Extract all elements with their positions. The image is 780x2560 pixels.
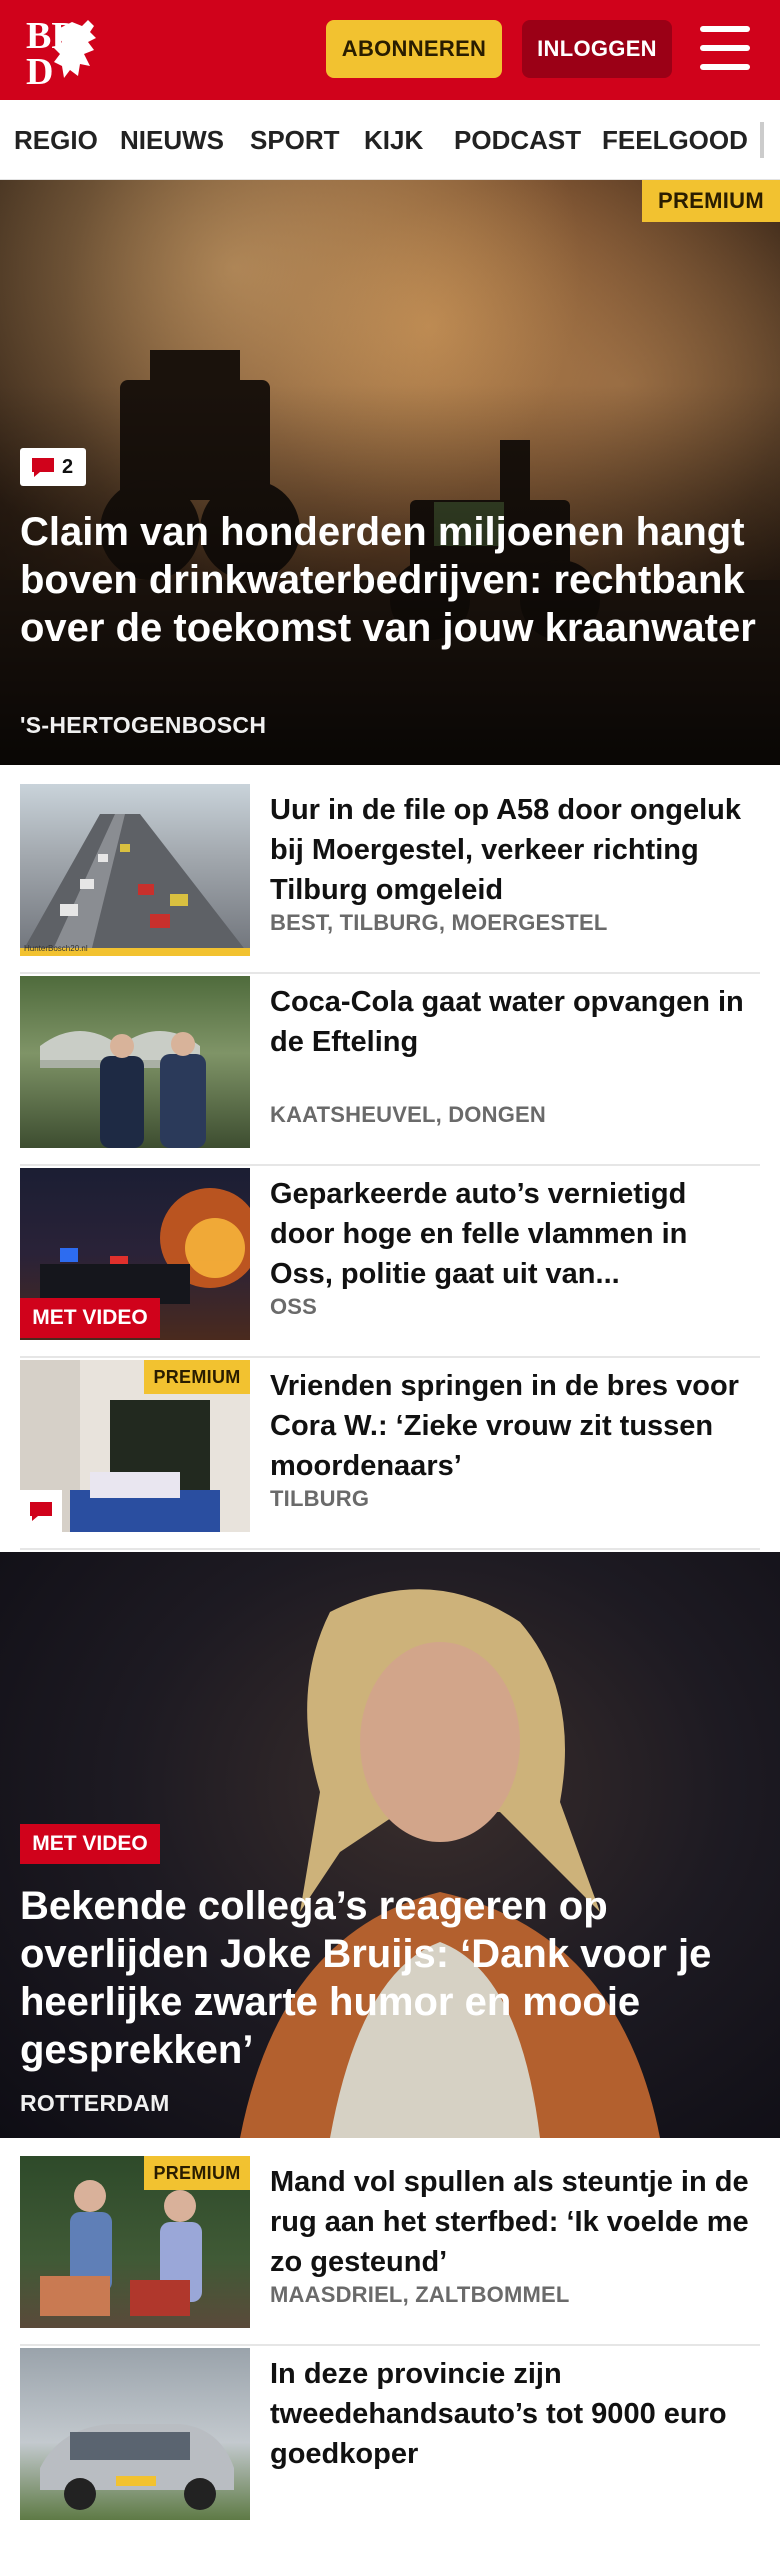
premium-badge: PREMIUM <box>642 180 780 222</box>
article-title[interactable]: Coca-Cola gaat water opvangen in de Efte… <box>270 982 750 1062</box>
premium-badge: PREMIUM <box>144 2156 250 2190</box>
list-item[interactable]: Coca-Cola gaat water opvangen in de Efte… <box>20 976 760 1166</box>
video-badge: MET VIDEO <box>20 1298 160 1338</box>
nav-item-regio[interactable]: REGIO <box>14 100 98 179</box>
article-location: MAASDRIEL, ZALTBOMMEL <box>270 2282 570 2307</box>
article-title[interactable]: Vrienden springen in de bres voor Cora W… <box>270 1366 750 1486</box>
comment-count: 2 <box>62 455 74 478</box>
list-item[interactable]: PREMIUM Mand vol spullen als steuntje in… <box>20 2156 760 2346</box>
thumbnail <box>20 976 250 1148</box>
bd-logo[interactable]: BD D <box>24 14 114 93</box>
brand-letter-d: D <box>26 51 53 86</box>
top-bar: BD D ABONNEREN INLOGGEN <box>0 0 780 100</box>
subscribe-button[interactable]: ABONNEREN <box>326 20 502 78</box>
thumbnail: HunterBosch20.nl <box>20 784 250 956</box>
nav-overflow-indicator <box>760 122 764 158</box>
lion-icon <box>54 20 96 78</box>
menu-icon[interactable] <box>700 26 750 70</box>
nav-item-kijk[interactable]: KIJK <box>364 100 423 179</box>
nav-item-podcast[interactable]: PODCAST <box>454 100 581 179</box>
article-title[interactable]: Geparkeerde auto’s vernietigd door hoge … <box>270 1174 750 1294</box>
comment-chip[interactable] <box>20 1490 62 1532</box>
article-title[interactable]: Mand vol spullen als steuntje in de rug … <box>270 2162 750 2282</box>
comment-icon <box>32 458 54 477</box>
hero-article[interactable]: PREMIUM 2 Claim van honderden miljoenen … <box>0 180 780 765</box>
login-button[interactable]: INLOGGEN <box>522 20 672 78</box>
video-badge: MET VIDEO <box>20 1824 160 1864</box>
premium-badge: PREMIUM <box>144 1360 250 1394</box>
article-location: OSS <box>270 1294 318 1319</box>
thumbnail: PREMIUM <box>20 1360 250 1532</box>
section-nav: REGIO NIEUWS SPORT KIJK PODCAST FEELGOOD <box>0 100 780 180</box>
nav-item-nieuws[interactable]: NIEUWS <box>120 100 224 179</box>
list-item[interactable]: HunterBosch20.nl Uur in de file op A58 d… <box>20 784 760 974</box>
thumbnail: PREMIUM <box>20 2156 250 2328</box>
article-title[interactable]: Uur in de file op A58 door ongeluk bij M… <box>270 790 750 910</box>
hero-title[interactable]: Claim van honderden miljoenen hangt bove… <box>20 508 760 652</box>
list-item[interactable]: MET VIDEO Geparkeerde auto’s vernietigd … <box>20 1168 760 1358</box>
comment-count-chip[interactable]: 2 <box>20 448 86 486</box>
nav-item-feelgood[interactable]: FEELGOOD <box>602 100 748 179</box>
thumbnail: MET VIDEO <box>20 1168 250 1340</box>
list-item[interactable]: In deze provincie zijn tweedehandsauto’s… <box>20 2348 760 2538</box>
feature-article[interactable]: MET VIDEO Bekende collega’s reageren op … <box>0 1552 780 2138</box>
article-location: KAATSHEUVEL, DONGEN <box>270 1102 546 1127</box>
photo-credit: HunterBosch20.nl <box>24 944 88 953</box>
article-location: TILBURG <box>270 1486 370 1511</box>
nav-item-sport[interactable]: SPORT <box>250 100 340 179</box>
feature-title[interactable]: Bekende collega’s reageren op overlijden… <box>20 1882 760 2074</box>
feature-location: ROTTERDAM <box>20 2090 170 2116</box>
thumbnail <box>20 2348 250 2520</box>
article-location: BEST, TILBURG, MOERGESTEL <box>270 910 608 935</box>
comment-icon <box>30 1502 52 1521</box>
hero-location: 'S-HERTOGENBOSCH <box>20 712 267 738</box>
list-item[interactable]: PREMIUM Vrienden springen in de bres voo… <box>20 1360 760 1550</box>
article-title[interactable]: In deze provincie zijn tweedehandsauto’s… <box>270 2354 750 2474</box>
